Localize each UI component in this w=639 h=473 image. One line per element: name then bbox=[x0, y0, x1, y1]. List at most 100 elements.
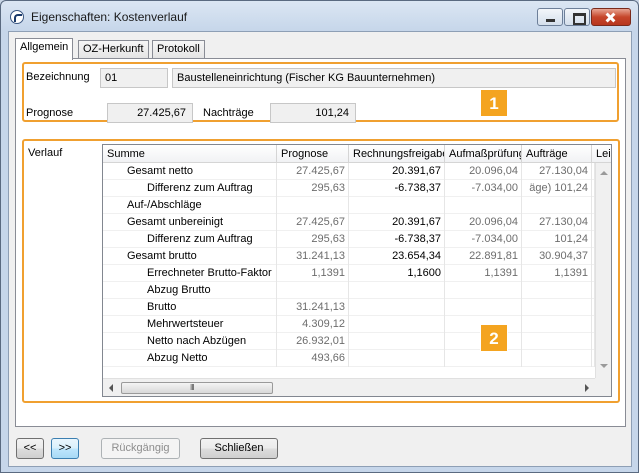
table-cell: 1,1600 bbox=[349, 265, 445, 282]
verlauf-grid[interactable]: Summe Prognose Rechnungsfreigabe Aufmaßp… bbox=[102, 144, 612, 397]
column-header-aufmasspruefung[interactable]: Aufmaßprüfung bbox=[445, 145, 522, 163]
horizontal-scrollbar[interactable]: III bbox=[103, 378, 595, 396]
column-header-auftraege[interactable]: Aufträge bbox=[522, 145, 592, 163]
maximize-button[interactable] bbox=[564, 8, 590, 26]
table-cell: 295,63 bbox=[277, 231, 349, 248]
table-cell bbox=[349, 299, 445, 316]
row-label: Errechneter Brutto-Faktor bbox=[103, 265, 277, 282]
table-cell: 101,24 bbox=[522, 231, 592, 248]
row-label: Gesamt brutto bbox=[103, 248, 277, 265]
close-window-button[interactable] bbox=[591, 8, 631, 26]
table-cell: 31.241,13 bbox=[277, 248, 349, 265]
table-row[interactable]: Netto nach Abzügen 26.932,01 bbox=[103, 333, 595, 350]
table-row[interactable]: Mehrwertsteuer 4.309,12 bbox=[103, 316, 595, 333]
minimize-button[interactable] bbox=[537, 8, 563, 26]
table-row[interactable]: Gesamt unbereinigt 27.425,67 20.391,67 20.0… bbox=[103, 214, 595, 231]
table-cell: 1,1391 bbox=[522, 265, 592, 282]
table-cell bbox=[445, 197, 522, 214]
table-cell: 20.096,04 bbox=[445, 214, 522, 231]
table-row[interactable]: Abzug Netto 493,66 bbox=[103, 350, 595, 367]
row-label: Gesamt unbereinigt bbox=[103, 214, 277, 231]
column-header-prognose[interactable]: Prognose bbox=[277, 145, 349, 163]
table-cell bbox=[522, 197, 592, 214]
table-cell bbox=[522, 350, 592, 367]
nachtraege-label: Nachträge bbox=[203, 107, 254, 119]
table-cell: -7.034,00 bbox=[445, 180, 522, 197]
table-cell bbox=[349, 282, 445, 299]
table-row[interactable]: Brutto 31.241,13 bbox=[103, 299, 595, 316]
table-cell: 4.309,12 bbox=[277, 316, 349, 333]
table-cell: 31.241,13 bbox=[277, 299, 349, 316]
table-cell: 27.130,04 bbox=[522, 163, 592, 180]
undo-button[interactable]: Rückgängig bbox=[101, 438, 180, 459]
table-cell bbox=[522, 316, 592, 333]
horizontal-scroll-thumb[interactable]: III bbox=[121, 382, 273, 394]
prognose-field[interactable]: 27.425,67 bbox=[107, 103, 193, 123]
next-button[interactable]: >> bbox=[51, 438, 79, 459]
table-cell: 20.391,67 bbox=[349, 163, 445, 180]
scroll-left-icon[interactable] bbox=[109, 384, 113, 392]
tab-oz-herkunft[interactable]: OZ-Herkunft bbox=[78, 40, 149, 59]
table-cell: 30.904,37 bbox=[522, 248, 592, 265]
table-row[interactable]: Errechneter Brutto-Faktor 1,1391 1,1600 1,1… bbox=[103, 265, 595, 282]
dialog-client: Allgemein OZ-Herkunft Protokoll Bezeichn… bbox=[8, 31, 632, 467]
tab-allgemein[interactable]: Allgemein bbox=[15, 38, 74, 60]
table-cell: 20.391,67 bbox=[349, 214, 445, 231]
table-cell: 1,1391 bbox=[277, 265, 349, 282]
table-cell: äge) 101,24 bbox=[522, 180, 592, 197]
previous-button[interactable]: << bbox=[16, 438, 44, 459]
scroll-right-icon[interactable] bbox=[585, 384, 589, 392]
bezeichnung-code-field[interactable]: 01 bbox=[100, 68, 168, 88]
row-label: Differenz zum Auftrag bbox=[103, 231, 277, 248]
row-label: Brutto bbox=[103, 299, 277, 316]
scroll-thumb-grip: III bbox=[190, 383, 195, 392]
column-header-summe[interactable]: Summe bbox=[103, 145, 277, 163]
table-cell: 27.130,04 bbox=[522, 214, 592, 231]
row-label: Netto nach Abzügen bbox=[103, 333, 277, 350]
table-cell: 20.096,04 bbox=[445, 163, 522, 180]
table-cell: 295,63 bbox=[277, 180, 349, 197]
nachtraege-field[interactable]: 101,24 bbox=[270, 103, 356, 123]
tab-protokoll[interactable]: Protokoll bbox=[152, 40, 205, 59]
vertical-scrollbar[interactable] bbox=[595, 163, 611, 378]
table-cell bbox=[522, 282, 592, 299]
table-row[interactable]: Gesamt brutto 31.241,13 23.654,34 22.891,81… bbox=[103, 248, 595, 265]
column-header-rechnungsfreigabe[interactable]: Rechnungsfreigabe bbox=[349, 145, 445, 163]
table-cell bbox=[349, 333, 445, 350]
table-cell: 493,66 bbox=[277, 350, 349, 367]
scrollbar-corner bbox=[595, 378, 611, 396]
table-cell bbox=[445, 350, 522, 367]
title-bar[interactable]: Eigenschaften: Kostenverlauf bbox=[1, 1, 638, 31]
badge-2: 2 bbox=[480, 324, 508, 352]
table-row[interactable]: Differenz zum Auftrag 295,63 -6.738,37 -7.0… bbox=[103, 231, 595, 248]
properties-window: Eigenschaften: Kostenverlauf Allgemein O… bbox=[0, 0, 639, 473]
table-cell: -6.738,37 bbox=[349, 231, 445, 248]
row-label: Abzug Brutto bbox=[103, 282, 277, 299]
table-row[interactable]: Abzug Brutto bbox=[103, 282, 595, 299]
column-header-leistung[interactable]: Leistung bbox=[592, 145, 611, 163]
close-button[interactable]: Schließen bbox=[200, 438, 278, 459]
table-cell bbox=[522, 299, 592, 316]
tab-page-allgemein: Bezeichnung 01 Baustelleneinrichtung (Fi… bbox=[15, 58, 626, 427]
scroll-down-icon[interactable] bbox=[600, 364, 608, 368]
table-cell bbox=[349, 350, 445, 367]
table-row[interactable]: Gesamt netto 27.425,67 20.391,67 20.096,04 2… bbox=[103, 163, 595, 180]
table-cell bbox=[445, 299, 522, 316]
badge-1: 1 bbox=[480, 89, 508, 117]
table-row[interactable]: Auf-/Abschläge bbox=[103, 197, 595, 214]
table-cell: 1,1391 bbox=[445, 265, 522, 282]
table-row[interactable]: Differenz zum Auftrag 295,63 -6.738,37 -7.0… bbox=[103, 180, 595, 197]
table-cell bbox=[277, 282, 349, 299]
table-cell: -6.738,37 bbox=[349, 180, 445, 197]
button-bar: << >> Rückgängig Schließen bbox=[9, 432, 631, 466]
table-cell: 23.654,34 bbox=[349, 248, 445, 265]
table-cell: -7.034,00 bbox=[445, 231, 522, 248]
table-cell bbox=[522, 333, 592, 350]
bezeichnung-text-field[interactable]: Baustelleneinrichtung (Fischer KG Bauunt… bbox=[172, 68, 616, 88]
grid-body: Gesamt netto 27.425,67 20.391,67 20.096,04 2… bbox=[103, 163, 595, 378]
grid-header: Summe Prognose Rechnungsfreigabe Aufmaßp… bbox=[103, 145, 611, 163]
table-cell bbox=[349, 316, 445, 333]
table-cell: 27.425,67 bbox=[277, 214, 349, 231]
scroll-up-icon[interactable] bbox=[600, 171, 608, 175]
window-title: Eigenschaften: Kostenverlauf bbox=[31, 10, 188, 24]
